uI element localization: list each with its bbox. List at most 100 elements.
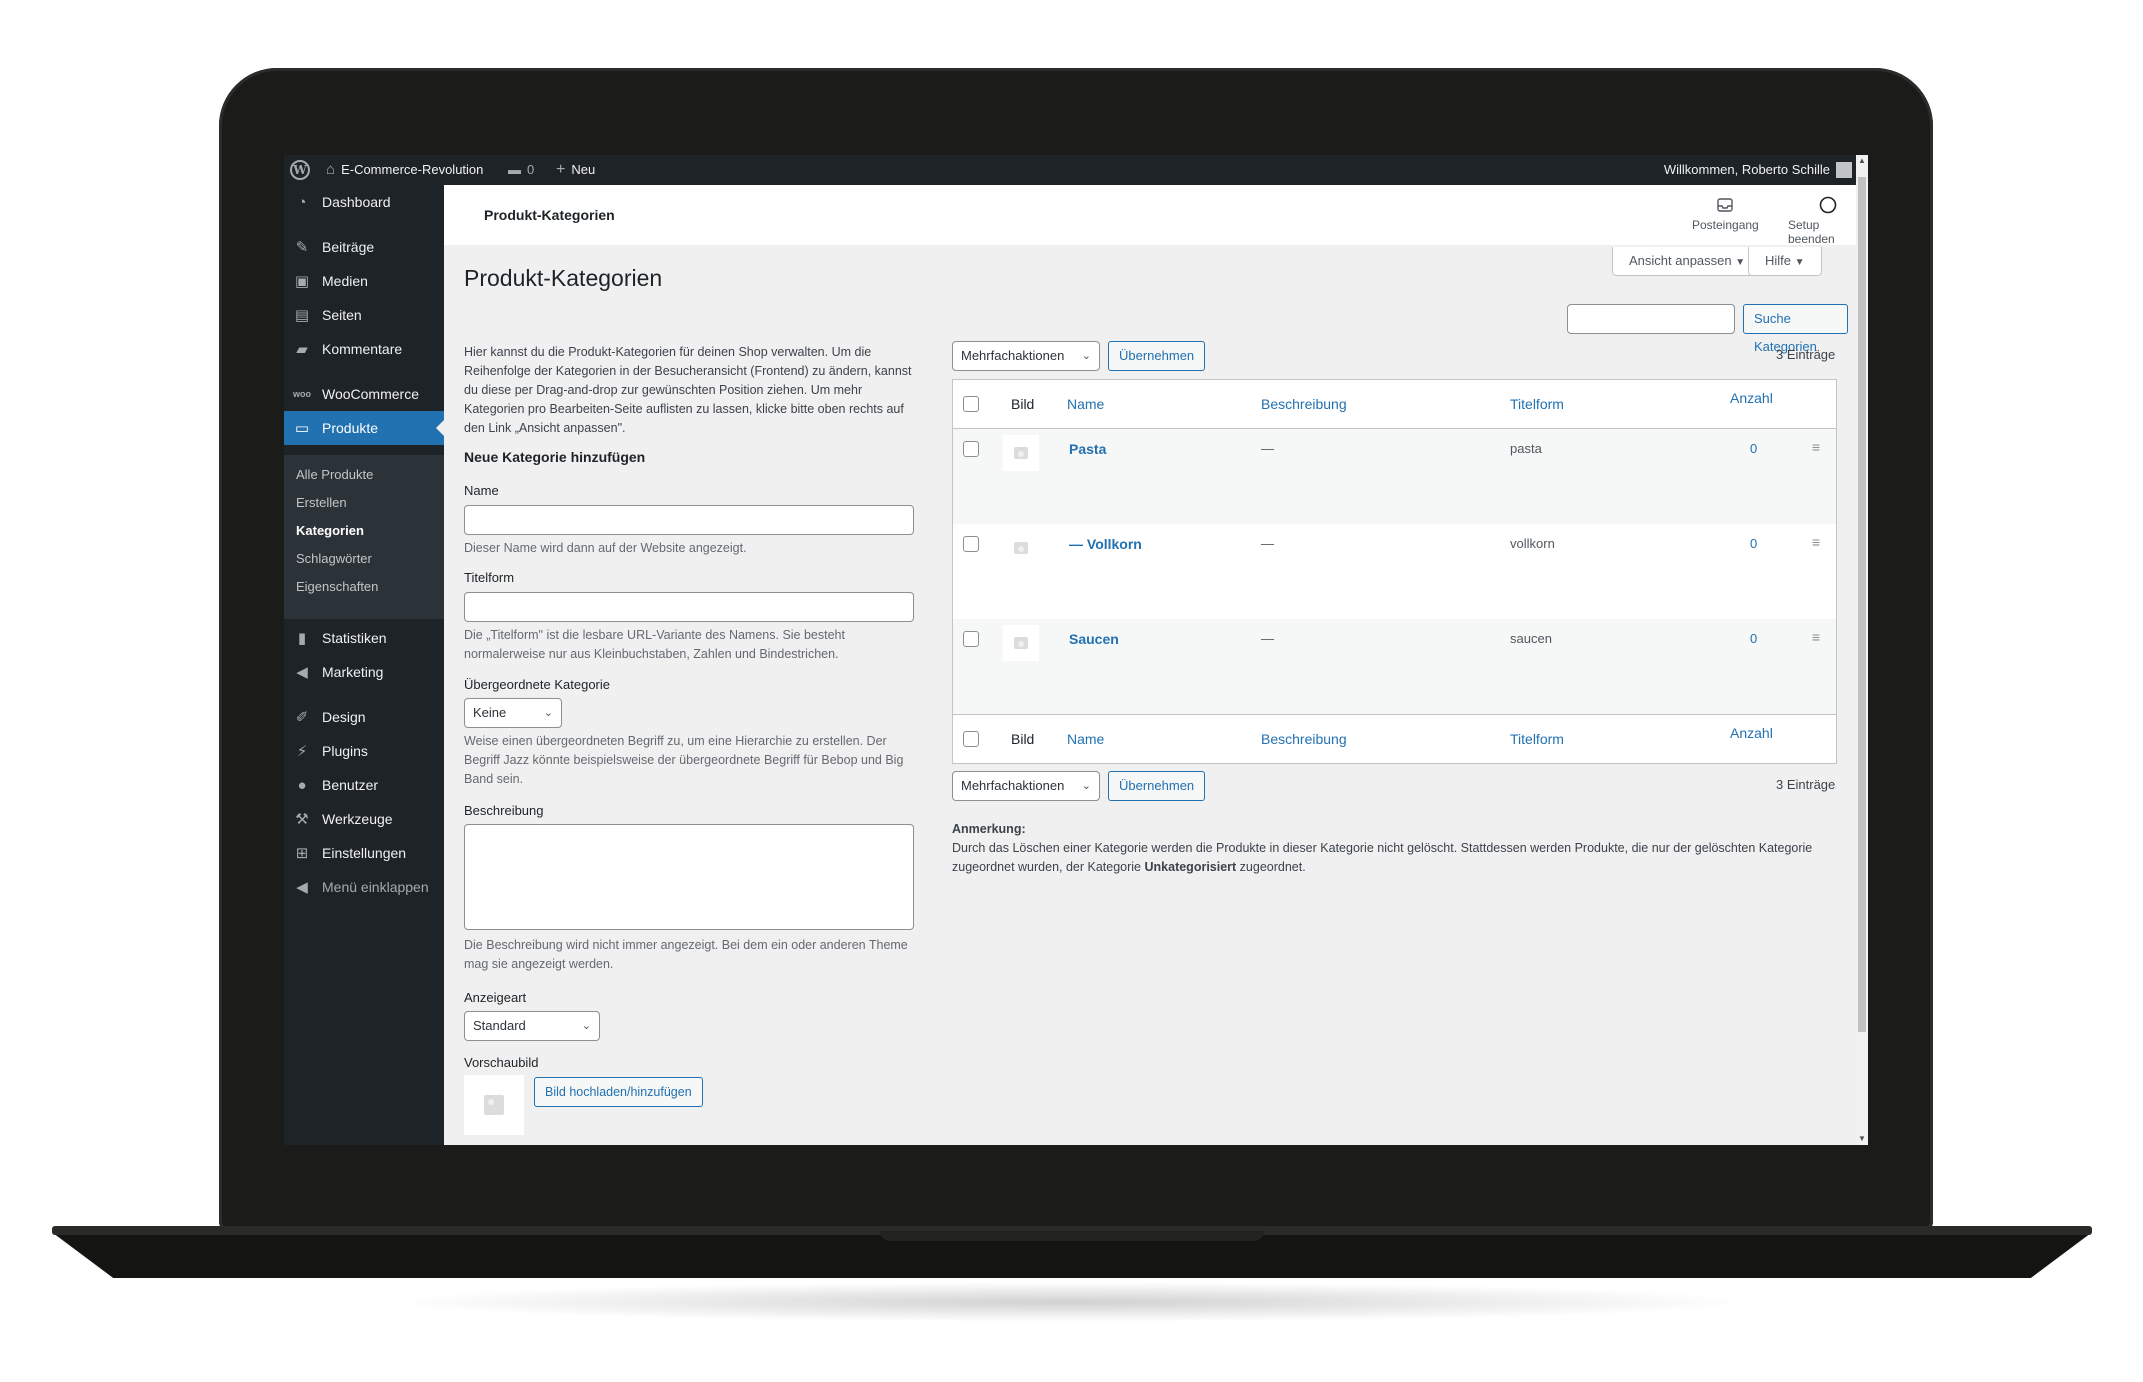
table-footer: Bild Name Beschreibung Titelform Anzahl [953, 714, 1836, 763]
column-count-footer[interactable]: Anzahl [1730, 725, 1773, 741]
select-all-checkbox[interactable] [963, 396, 979, 412]
scroll-thumb[interactable] [1858, 177, 1866, 1032]
pin-icon: ✎ [295, 239, 309, 256]
submenu-schlagwoerter[interactable]: Schlagwörter [296, 545, 372, 573]
site-name: E-Commerce-Revolution [341, 162, 484, 177]
submenu-kategorien[interactable]: Kategorien [296, 517, 364, 545]
row-count-link[interactable]: 0 [1750, 441, 1757, 456]
menu-dashboard[interactable]: ◔ Dashboard [284, 185, 444, 219]
menu-seiten[interactable]: ▤ Seiten [284, 298, 444, 332]
slug-field[interactable] [464, 592, 914, 622]
new-link[interactable]: + Neu [556, 155, 595, 185]
image-placeholder-icon [1014, 447, 1028, 459]
menu-einstellungen[interactable]: ⊞ Einstellungen [284, 836, 444, 870]
apply-button-bottom[interactable]: Übernehmen [1108, 771, 1206, 801]
dashboard-icon: ◔ [297, 193, 307, 211]
screen-options-tab[interactable]: Ansicht anpassen ▼ [1612, 247, 1763, 276]
menu-kommentare[interactable]: ▰ Kommentare [284, 332, 444, 366]
table-row: — Vollkorn — vollkorn 0 ≡ [953, 524, 1836, 619]
column-slug[interactable]: Titelform [1510, 396, 1564, 412]
scrollbar[interactable]: ▲ ▼ [1856, 155, 1868, 1145]
comments-link[interactable]: ▬ 0 [508, 155, 534, 185]
menu-beitraege[interactable]: ✎ Beiträge [284, 230, 444, 264]
upload-image-button[interactable]: Bild hochladen/hinzufügen [534, 1077, 703, 1107]
display-type-select[interactable]: Standard ⌄ [464, 1011, 600, 1041]
scroll-down-arrow-icon[interactable]: ▼ [1856, 1133, 1868, 1145]
help-tab[interactable]: Hilfe ▼ [1748, 247, 1822, 276]
menu-statistiken[interactable]: ▮ Statistiken [284, 621, 444, 655]
row-checkbox[interactable] [963, 631, 979, 647]
archive-icon: ▭ [294, 420, 310, 437]
menu-benutzer[interactable]: ● Benutzer [284, 768, 444, 802]
menu-medien[interactable]: ▣ Medien [284, 264, 444, 298]
apply-button-top[interactable]: Übernehmen [1108, 341, 1206, 371]
parent-description: Weise einen übergeordneten Begriff zu, u… [464, 734, 904, 786]
column-count[interactable]: Anzahl [1730, 390, 1773, 406]
row-count-link[interactable]: 0 [1750, 536, 1757, 551]
inbox-button[interactable]: Posteingang [1692, 195, 1759, 232]
row-checkbox[interactable] [963, 536, 979, 552]
scroll-up-arrow-icon[interactable]: ▲ [1856, 155, 1868, 167]
column-name[interactable]: Name [1067, 396, 1104, 412]
slug-label: Titelform [464, 570, 515, 585]
drag-handle-icon[interactable]: ≡ [1812, 629, 1820, 645]
laptop-shadow [380, 1282, 1760, 1322]
produkte-submenu: Alle Produkte Erstellen Kategorien Schla… [284, 455, 444, 619]
column-slug-footer[interactable]: Titelform [1510, 731, 1564, 747]
drag-handle-icon[interactable]: ≡ [1812, 534, 1820, 550]
row-name-link[interactable]: Saucen [1069, 631, 1119, 647]
column-description-footer[interactable]: Beschreibung [1261, 731, 1347, 747]
avatar [1836, 162, 1852, 178]
submenu-erstellen[interactable]: Erstellen [296, 489, 347, 517]
row-description: — [1261, 631, 1274, 646]
my-account[interactable]: Willkommen, Roberto Schille [1664, 155, 1852, 185]
chevron-down-icon: ⌄ [543, 707, 553, 719]
drag-handle-icon[interactable]: ≡ [1812, 439, 1820, 455]
menu-marketing[interactable]: ◀ Marketing [284, 655, 444, 689]
table-header: Bild Name Beschreibung Titelform Anzahl [953, 380, 1836, 429]
row-thumbnail [1003, 625, 1039, 661]
menu-collapse[interactable]: ◀ Menü einklappen [284, 870, 444, 904]
bulk-actions-select-top[interactable]: Mehrfachaktionen ⌄ [952, 341, 1100, 371]
new-label: Neu [571, 162, 596, 177]
menu-produkte[interactable]: ▭ Produkte [284, 411, 444, 445]
bulk-actions-value: Mehrfachaktionen [961, 778, 1065, 793]
menu-werkzeuge[interactable]: ⚒ Werkzeuge [284, 802, 444, 836]
row-name-link[interactable]: — Vollkorn [1069, 536, 1142, 552]
wc-header-title: Produkt-Kategorien [484, 207, 615, 223]
row-name-link[interactable]: Pasta [1069, 441, 1106, 457]
bulk-actions-value: Mehrfachaktionen [961, 348, 1065, 363]
slug-description: Die „Titelform" ist die lesbare URL-Vari… [464, 628, 845, 661]
menu-label: Benutzer [322, 777, 379, 793]
deletion-note: Anmerkung: Durch das Löschen einer Kateg… [952, 820, 1832, 877]
menu-plugins[interactable]: ⚡ Plugins [284, 734, 444, 768]
name-description: Dieser Name wird dann auf der Website an… [464, 541, 747, 555]
display-type-value: Standard [473, 1018, 526, 1033]
submenu-alle-produkte[interactable]: Alle Produkte [296, 461, 373, 489]
menu-label: Plugins [322, 743, 368, 759]
select-all-checkbox-footer[interactable] [963, 731, 979, 747]
categories-table: Bild Name Beschreibung Titelform Anzahl … [952, 379, 1837, 764]
site-name-link[interactable]: ⌂ E-Commerce-Revolution [326, 155, 483, 185]
menu-woocommerce[interactable]: woo WooCommerce [284, 377, 444, 411]
search-categories-button[interactable]: Suche Kategorien [1743, 304, 1848, 354]
chevron-down-icon: ⌄ [581, 1020, 591, 1032]
parent-select[interactable]: Keine ⌄ [464, 698, 562, 728]
note-bold: Unkategorisiert [1144, 860, 1237, 874]
name-field[interactable] [464, 505, 914, 535]
form-heading: Neue Kategorie hinzufügen [464, 449, 646, 465]
row-checkbox[interactable] [963, 441, 979, 457]
wordpress-logo-icon[interactable]: W [290, 155, 310, 185]
row-count-link[interactable]: 0 [1750, 631, 1757, 646]
submenu-eigenschaften[interactable]: Eigenschaften [296, 573, 378, 601]
menu-design[interactable]: ✐ Design [284, 700, 444, 734]
row-description: — [1261, 536, 1274, 551]
column-name-footer[interactable]: Name [1067, 731, 1104, 747]
intro-text: Hier kannst du die Produkt-Kategorien fü… [464, 345, 912, 435]
settings-icon: ⊞ [295, 845, 309, 862]
column-description[interactable]: Beschreibung [1261, 396, 1347, 412]
bulk-actions-select-bottom[interactable]: Mehrfachaktionen ⌄ [952, 771, 1100, 801]
description-textarea[interactable] [464, 824, 914, 930]
search-input[interactable] [1567, 304, 1735, 334]
help-label: Hilfe [1765, 253, 1792, 268]
